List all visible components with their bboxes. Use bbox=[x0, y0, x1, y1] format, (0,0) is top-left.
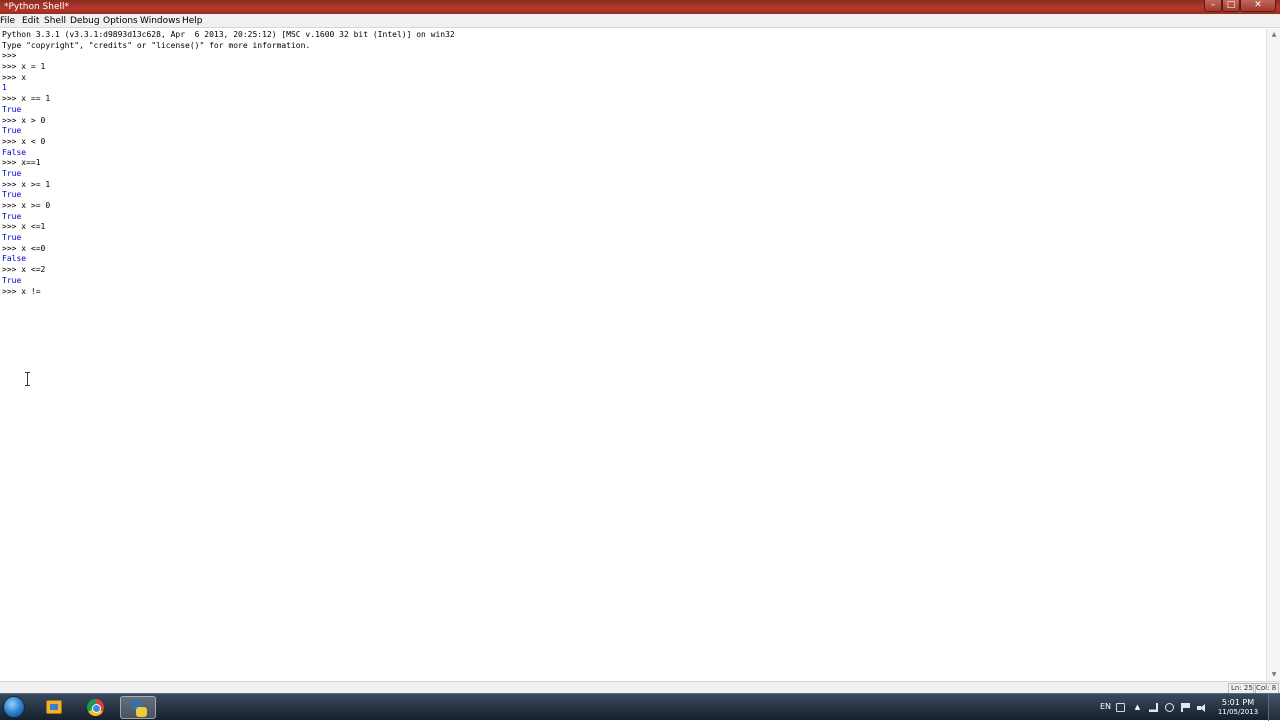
python-icon bbox=[131, 700, 147, 717]
menu-item-options[interactable]: Options bbox=[103, 14, 138, 28]
shell-result-line: 1 bbox=[2, 83, 7, 93]
shell-result-line: True bbox=[2, 275, 22, 285]
shell-prompt-line: >>> x == 1 bbox=[2, 94, 51, 104]
window-title: *Python Shell* bbox=[4, 2, 70, 12]
shell-text-area[interactable]: Python 3.3.1 (v3.3.1:d9893d13c628, Apr 6… bbox=[0, 29, 1266, 681]
maximize-button[interactable]: □ bbox=[1222, 0, 1240, 12]
menu-item-windows[interactable]: Windows bbox=[140, 14, 180, 28]
shell-output: Python 3.3.1 (v3.3.1:d9893d13c628, Apr 6… bbox=[2, 30, 1264, 297]
menu-bar: File Edit Shell Debug Options Windows Help bbox=[0, 14, 1280, 28]
taskbar-chrome-button[interactable] bbox=[78, 696, 114, 719]
scroll-down-arrow-icon[interactable]: ▼ bbox=[1269, 670, 1279, 680]
shell-banner-line: Python 3.3.1 (v3.3.1:d9893d13c628, Apr 6… bbox=[2, 30, 455, 39]
shell-prompt-line: >>> x > 0 bbox=[2, 115, 46, 125]
shell-prompt-line: >>> x==1 bbox=[2, 158, 41, 168]
taskbar-explorer-button[interactable] bbox=[36, 696, 72, 719]
shell-banner-line: Type "copyright", "credits" or "license(… bbox=[2, 40, 311, 50]
language-indicator[interactable]: EN bbox=[1100, 702, 1111, 711]
tray-expand-icon[interactable]: ▲ bbox=[1133, 703, 1142, 712]
clock-date[interactable]: 11/05/2013 bbox=[1214, 708, 1262, 717]
taskbar: EN ▲ 5:01 PM 11/05/2013 bbox=[0, 693, 1280, 721]
shell-result-line: True bbox=[2, 233, 22, 243]
vertical-scrollbar[interactable]: ▲ ▼ bbox=[1266, 29, 1280, 681]
chrome-icon bbox=[87, 699, 104, 716]
shell-prompt-line: >>> x bbox=[2, 72, 27, 82]
shell-result-line: True bbox=[2, 168, 22, 178]
network-icon[interactable] bbox=[1149, 703, 1158, 712]
shell-prompt-line: >>> x <=2 bbox=[2, 265, 46, 275]
clock-time[interactable]: 5:01 PM bbox=[1214, 698, 1262, 708]
menu-item-edit[interactable]: Edit bbox=[22, 14, 39, 28]
keyboard-icon[interactable] bbox=[1116, 703, 1125, 712]
minimize-button[interactable]: – bbox=[1204, 0, 1222, 12]
menu-item-help[interactable]: Help bbox=[182, 14, 203, 28]
shell-prompt-line: >>> x < 0 bbox=[2, 136, 46, 146]
shell-prompt-line: >>> x != bbox=[2, 286, 41, 296]
text-cursor-icon bbox=[25, 372, 31, 386]
shell-prompt-line: >>> x >= 1 bbox=[2, 179, 51, 189]
volume-icon[interactable] bbox=[1197, 703, 1206, 712]
menu-item-debug[interactable]: Debug bbox=[70, 14, 100, 28]
status-bar: Ln: 25 Col: 8 bbox=[0, 681, 1280, 694]
show-desktop-button[interactable] bbox=[1268, 694, 1280, 721]
power-icon[interactable] bbox=[1165, 703, 1174, 712]
action-center-flag-icon[interactable] bbox=[1181, 703, 1190, 712]
folder-icon bbox=[46, 700, 62, 714]
close-button[interactable]: ✕ bbox=[1240, 0, 1276, 12]
shell-prompt-line: >>> bbox=[2, 51, 22, 61]
taskbar-python-button[interactable] bbox=[120, 696, 156, 719]
scroll-up-arrow-icon[interactable]: ▲ bbox=[1269, 30, 1279, 40]
shell-prompt-line: >>> x <=1 bbox=[2, 222, 46, 232]
title-bar[interactable]: *Python Shell* – □ ✕ bbox=[0, 0, 1280, 14]
shell-prompt-line: >>> x >= 0 bbox=[2, 201, 51, 210]
shell-result-line: False bbox=[2, 254, 27, 264]
shell-prompt-line: >>> x = 1 bbox=[2, 62, 46, 72]
menu-item-file[interactable]: File bbox=[0, 14, 15, 28]
shell-result-line: True bbox=[2, 104, 22, 114]
start-button[interactable] bbox=[3, 696, 25, 718]
shell-result-line: True bbox=[2, 126, 22, 136]
shell-result-line: True bbox=[2, 211, 22, 221]
shell-prompt-line: >>> x <=0 bbox=[2, 243, 46, 253]
shell-result-line: True bbox=[2, 190, 22, 200]
menu-item-shell[interactable]: Shell bbox=[44, 14, 66, 28]
shell-result-line: False bbox=[2, 147, 27, 157]
